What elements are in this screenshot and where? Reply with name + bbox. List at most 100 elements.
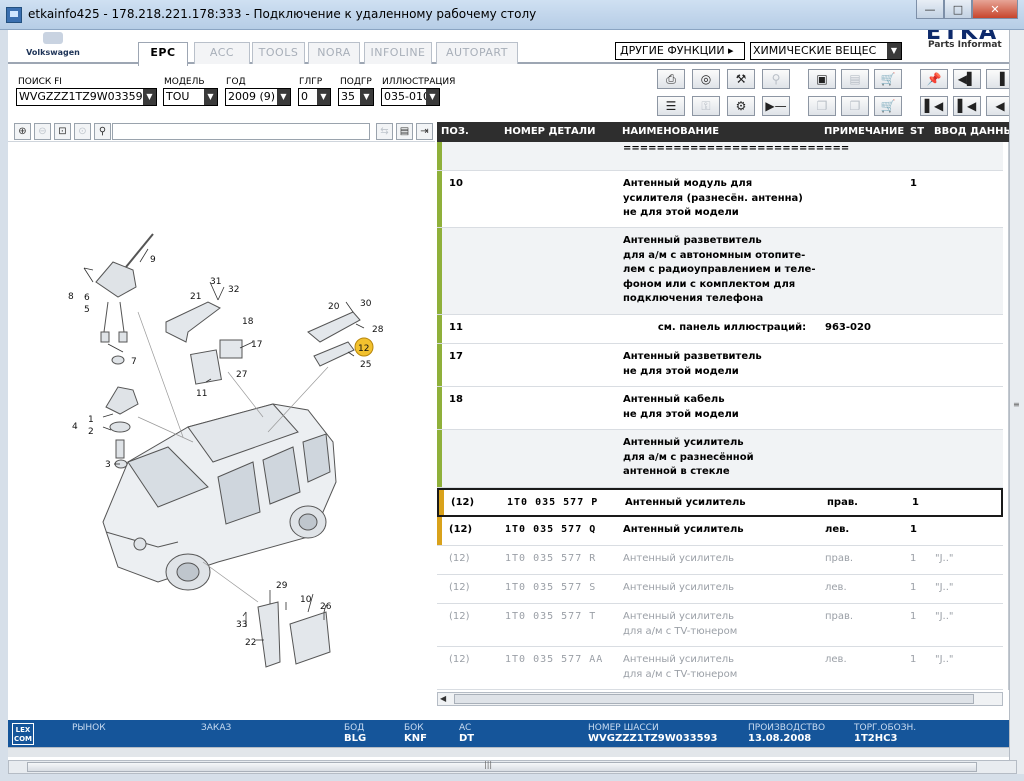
zoom-reset-icon[interactable]: ⊙: [74, 123, 91, 140]
tab-nora[interactable]: NORA: [308, 42, 360, 64]
col-date[interactable]: ВВОД ДАННЫ: [934, 126, 1014, 137]
callout-4[interactable]: 4: [72, 422, 78, 432]
row-part-number[interactable]: 1T0 035 577 AA: [505, 653, 603, 668]
tab-infoline[interactable]: INFOLINE: [364, 42, 432, 64]
cart-add-icon[interactable]: 🛒: [874, 69, 902, 89]
expand-icon[interactable]: ⇥: [416, 123, 433, 140]
list-icon[interactable]: ☰: [657, 96, 685, 116]
callout-20[interactable]: 20: [328, 302, 340, 312]
magnifier-icon[interactable]: ⚲: [94, 123, 111, 140]
subgroup-select[interactable]: 35 ▼: [338, 88, 374, 106]
col-st[interactable]: ST: [910, 126, 924, 137]
maximize-button[interactable]: □: [944, 0, 972, 19]
table-row[interactable]: 11 см. панель иллюстраций: 963-020: [437, 315, 1003, 344]
callout-30[interactable]: 30: [360, 299, 372, 309]
table-row[interactable]: (12) 1T0 035 577 P Антенный усилитель пр…: [437, 488, 1003, 517]
callout-3[interactable]: 3: [105, 460, 111, 470]
table-row[interactable]: 10 Антенный модуль для усилителя (разнес…: [437, 171, 1003, 228]
remote-hscroll-thumb[interactable]: [27, 762, 977, 772]
table-row[interactable]: ===========================: [437, 142, 1003, 171]
cart-icon[interactable]: 🛒: [874, 96, 902, 116]
chevron-down-icon[interactable]: ▼: [204, 89, 217, 105]
row-part-number[interactable]: 1T0 035 577 R: [505, 552, 596, 567]
vin-search-input[interactable]: WVGZZZ1TZ9W03359 ▼: [16, 88, 157, 106]
callout-12[interactable]: 12: [358, 344, 369, 354]
col-part-number[interactable]: НОМЕР ДЕТАЛИ: [504, 126, 595, 137]
depot-icon[interactable]: ▤: [841, 69, 869, 89]
other-functions-button[interactable]: ДРУГИЕ ФУНКЦИИ ▸: [615, 42, 745, 60]
tab-autopart[interactable]: AUTOPART: [436, 42, 518, 64]
callout-8[interactable]: 8: [68, 292, 74, 302]
callout-9[interactable]: 9: [150, 255, 156, 265]
callout-7[interactable]: 7: [131, 357, 137, 367]
table-row[interactable]: Антенный разветвитель для а/м с автономн…: [437, 228, 1003, 315]
illustration-select[interactable]: 035-010 ▼: [381, 88, 440, 106]
col-pos[interactable]: ПОЗ.: [441, 126, 469, 137]
callout-25[interactable]: 25: [360, 360, 371, 370]
year-select[interactable]: 2009 (9) ▼: [225, 88, 291, 106]
elsa-icon[interactable]: ▣: [808, 69, 836, 89]
tab-tools[interactable]: TOOLS: [252, 42, 305, 64]
prev-page-icon[interactable]: ◀▌: [953, 69, 981, 89]
callout-10[interactable]: 10: [300, 595, 312, 605]
table-row[interactable]: (12) 1T0 035 577 T Антенный усилитель дл…: [437, 604, 1003, 647]
callout-32[interactable]: 32: [228, 285, 239, 295]
chemicals-dropdown[interactable]: ХИМИЧЕСКИЕ ВЕЩЕС ▼: [750, 42, 902, 60]
parts-table-hscrollbar[interactable]: ◀: [437, 692, 1003, 706]
col-name[interactable]: НАИМЕНОВАНИЕ: [622, 126, 719, 137]
zoom-out-icon[interactable]: ⊖: [34, 123, 51, 140]
scroll-thumb[interactable]: [454, 694, 974, 704]
remote-vscrollbar[interactable]: ≡: [1009, 30, 1024, 774]
flip-icon[interactable]: ⇆: [376, 123, 393, 140]
close-button[interactable]: ✕: [972, 0, 1018, 19]
main-group-select[interactable]: 0 ▼: [298, 88, 331, 106]
tab-epc[interactable]: EPC: [138, 42, 188, 66]
print-icon[interactable]: ⎙: [657, 69, 685, 89]
minimize-button[interactable]: —: [916, 0, 944, 19]
row-note[interactable]: 963-020: [825, 321, 871, 336]
callout-17[interactable]: 17: [251, 340, 262, 350]
parts-illustration[interactable]: 9 8 6 5 7 31 32 21 18 17 11 27 20 30 28 …: [8, 142, 435, 720]
callout-21[interactable]: 21: [190, 292, 201, 302]
illustration-search-input[interactable]: [112, 123, 370, 140]
callout-2[interactable]: 2: [88, 427, 94, 437]
table-row[interactable]: 17 Антенный разветвитель не для этой мод…: [437, 344, 1003, 387]
chevron-down-icon[interactable]: ▼: [887, 43, 901, 59]
model-select[interactable]: TOU ▼: [163, 88, 218, 106]
key-icon[interactable]: ⚿: [692, 96, 720, 116]
scroll-left-icon[interactable]: ◀: [440, 694, 446, 703]
zoom-fit-icon[interactable]: ⊡: [54, 123, 71, 140]
chevron-down-icon[interactable]: ▼: [426, 89, 439, 105]
table-row[interactable]: Антенный усилитель для а/м с разнесённой…: [437, 430, 1003, 488]
callout-31[interactable]: 31: [210, 277, 221, 287]
callout-27[interactable]: 27: [236, 370, 247, 380]
row-part-number[interactable]: 1T0 035 577 Q: [505, 523, 596, 538]
callout-1[interactable]: 1: [88, 415, 94, 425]
pin-icon[interactable]: 📌: [920, 69, 948, 89]
callout-18[interactable]: 18: [242, 317, 254, 327]
callout-5[interactable]: 5: [84, 305, 90, 315]
layout-icon[interactable]: ▤: [396, 123, 413, 140]
copy-icon[interactable]: ❐: [808, 96, 836, 116]
table-row[interactable]: 18 Антенный кабель не для этой модели: [437, 387, 1003, 430]
callout-26[interactable]: 26: [320, 602, 332, 612]
callout-28[interactable]: 28: [372, 325, 384, 335]
bicycle-icon[interactable]: ⚙: [727, 96, 755, 116]
remote-hscrollbar[interactable]: |||: [8, 760, 1017, 774]
paste-icon[interactable]: ❐: [841, 96, 869, 116]
row-part-number[interactable]: 1T0 035 577 T: [505, 610, 596, 625]
chevron-down-icon[interactable]: ▼: [317, 89, 330, 105]
row-part-number[interactable]: 1T0 035 577 P: [507, 496, 598, 511]
zoom-in-icon[interactable]: ⊕: [14, 123, 31, 140]
chevron-down-icon[interactable]: ▼: [277, 89, 290, 105]
tools-icon[interactable]: ⚒: [727, 69, 755, 89]
row-part-number[interactable]: 1T0 035 577 S: [505, 581, 596, 596]
first-page-icon[interactable]: ▌◀: [920, 96, 948, 116]
back-icon[interactable]: ▌◀: [953, 96, 981, 116]
callout-6[interactable]: 6: [84, 293, 90, 303]
callout-11[interactable]: 11: [196, 389, 207, 399]
table-row[interactable]: (12) 1T0 035 577 S Антенный усилитель ле…: [437, 575, 1003, 604]
table-row[interactable]: (12) 1T0 035 577 R Антенный усилитель пр…: [437, 546, 1003, 575]
chevron-down-icon[interactable]: ▼: [360, 89, 373, 105]
disc-icon[interactable]: ◎: [692, 69, 720, 89]
